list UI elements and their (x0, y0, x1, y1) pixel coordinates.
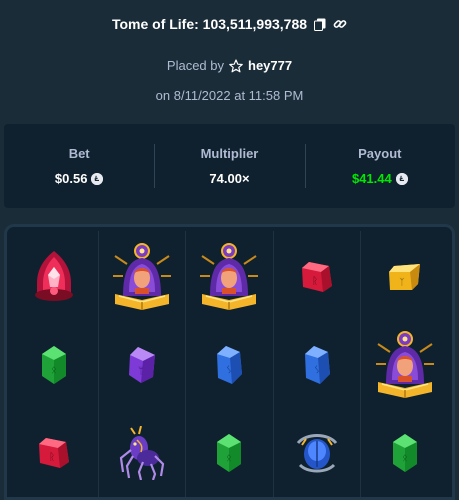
tome-wizard-symbol (186, 231, 273, 323)
title-row: Tome of Life: 103,511,993,788 (0, 16, 459, 32)
yellow-gem-symbol: ᛉ (361, 231, 448, 323)
svg-text:ᛟ: ᛟ (226, 453, 232, 464)
bet-label: Bet (68, 146, 90, 161)
litecoin-icon (91, 172, 104, 185)
svg-text:ᛊ: ᛊ (226, 365, 232, 376)
multiplier-stat: Multiplier 74.00× (154, 124, 304, 208)
red-gem-symbol: ᚱ (11, 407, 98, 497)
copy-icon[interactable] (313, 17, 327, 31)
green-gem-symbol: ᛟ (11, 319, 98, 411)
svg-text:ᛉ: ᛉ (399, 277, 404, 288)
payout-stat: Payout $41.44 (304, 124, 455, 208)
spider-symbol (99, 407, 186, 497)
svg-text:ᛘ: ᛘ (138, 366, 144, 377)
bet-value: $0.56 (54, 171, 88, 186)
bet-header: Tome of Life: 103,511,993,788 Placed by (0, 0, 459, 118)
bet-stat: Bet $0.56 (4, 124, 154, 208)
bet-date: on 8/11/2022 at 11:58 PM (155, 88, 304, 103)
blue-gem-symbol: ᛊ (274, 319, 361, 411)
multiplier-label: Multiplier (200, 146, 259, 161)
blue-gem-symbol: ᛊ (186, 319, 273, 411)
multiplier-value-row: 74.00× (209, 171, 249, 186)
litecoin-icon (395, 172, 408, 185)
red-gem-shrine-symbol (11, 231, 98, 323)
multiplier-value: 74.00× (209, 171, 250, 186)
svg-text:ᛊ: ᛊ (314, 365, 320, 376)
game-title: Tome of Life: 103,511,993,788 (111, 16, 308, 32)
green-gem-symbol: ᛟ (186, 407, 273, 497)
payout-value: $41.44 (351, 171, 392, 186)
reel-4: ᚱ ᛊ (274, 231, 362, 497)
reel-2: ᛘ (99, 231, 187, 497)
svg-text:ᛟ: ᛟ (402, 453, 408, 464)
slot-board: ᛟ ᚱ ᛘ ᛊ ᛟ ᚱ ᛊ ᛉ ᛟ (4, 224, 455, 500)
username-link[interactable]: hey777 (248, 58, 292, 73)
placed-by-label: Placed by (166, 58, 224, 73)
tome-wizard-symbol (361, 319, 448, 411)
svg-text:ᚱ: ᚱ (49, 452, 55, 463)
svg-text:ᚱ: ᚱ (312, 276, 318, 287)
reel-3: ᛊ ᛟ (186, 231, 274, 497)
placed-by-row: Placed by hey777 (0, 58, 459, 73)
green-gem-symbol: ᛟ (361, 407, 448, 497)
purple-gem-symbol: ᛘ (99, 319, 186, 411)
scarab-symbol (274, 407, 361, 497)
slot-reels: ᛟ ᚱ ᛘ ᛊ ᛟ ᚱ ᛊ ᛉ ᛟ (11, 231, 448, 497)
payout-label: Payout (358, 146, 402, 161)
star-outline-icon (229, 58, 243, 73)
reel-5: ᛉ ᛟ (361, 231, 448, 497)
svg-text:ᛟ: ᛟ (51, 365, 57, 376)
reel-1: ᛟ ᚱ (11, 231, 99, 497)
red-gem-symbol: ᚱ (274, 231, 361, 323)
link-icon[interactable] (333, 17, 347, 31)
bet-detail-page: Tome of Life: 103,511,993,788 Placed by (0, 0, 459, 500)
tome-wizard-symbol (99, 231, 186, 323)
bet-value-row: $0.56 (55, 171, 104, 186)
bet-stats-panel: Bet $0.56 Multiplier 74.00× Payout $41.4… (4, 124, 455, 208)
payout-value-row: $41.44 (352, 171, 408, 186)
